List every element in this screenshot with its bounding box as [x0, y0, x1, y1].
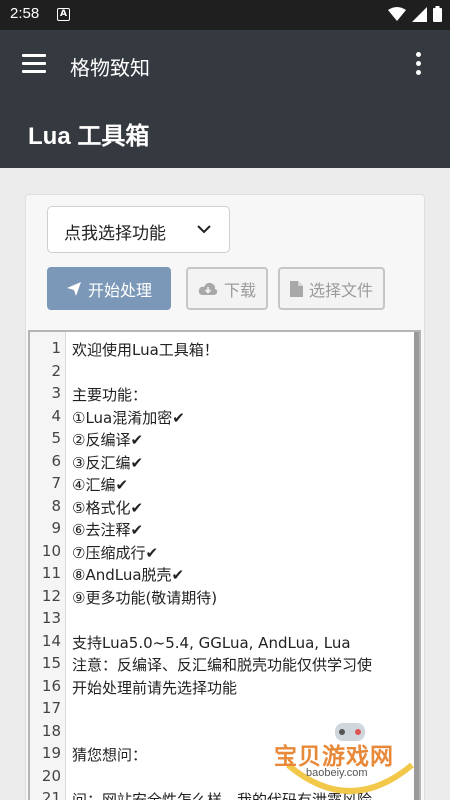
line-number: 18	[41, 721, 61, 740]
page-title: Lua 工具箱	[28, 123, 150, 150]
code-line: 注意：反编译、反汇编和脱壳功能仅供学习使	[72, 656, 373, 674]
code-line: 猜您想问：	[72, 746, 148, 764]
code-line: ②反编译✔	[72, 431, 144, 449]
line-number: 14	[41, 631, 61, 650]
watermark-text: 宝贝游戏网	[274, 744, 394, 770]
chevron-down-icon	[197, 225, 211, 234]
code-line: ⑤格式化✔	[72, 498, 144, 517]
status-bar: 2:58 A	[0, 0, 450, 30]
signal-icon	[412, 6, 427, 22]
download-label: 下载	[223, 280, 256, 300]
hamburger-menu-icon[interactable]	[22, 54, 46, 74]
function-select-label: 点我选择功能	[64, 224, 166, 244]
line-number: 10	[41, 541, 61, 560]
cloud-download-icon	[198, 282, 218, 295]
start-process-button[interactable]: 开始处理	[47, 267, 171, 310]
line-number: 9	[51, 519, 61, 537]
site-watermark: 宝贝游戏网 baobeiy.com	[270, 705, 450, 800]
code-line: ⑨更多功能(敬请期待)	[72, 588, 218, 607]
code-line: 主要功能：	[72, 386, 148, 404]
line-number: 15	[41, 654, 61, 672]
code-line: ④汇编✔	[72, 476, 129, 494]
choose-file-label: 选择文件	[308, 280, 373, 300]
choose-file-button[interactable]: 选择文件	[278, 267, 385, 310]
line-number: 6	[51, 451, 61, 470]
send-icon	[66, 281, 81, 296]
battery-icon	[433, 6, 442, 22]
line-number-gutter: 1 2 3 4 5 6 7 8 9 10 11 12 13 14 15 16 17 18 19 20 21	[30, 332, 66, 800]
watermark-url: baobeiy.com	[306, 767, 368, 779]
line-number: 17	[41, 699, 61, 717]
line-number: 8	[51, 496, 61, 515]
code-line: 欢迎使用Lua工具箱！	[72, 341, 219, 359]
code-line: ③反汇编✔	[72, 453, 144, 472]
line-number: 3	[51, 384, 61, 402]
line-number: 12	[41, 586, 61, 605]
page-header: Lua 工具箱	[0, 100, 450, 168]
code-line: ⑥去注释✔	[72, 521, 144, 539]
file-icon	[289, 280, 303, 297]
more-vert-icon[interactable]	[414, 52, 422, 78]
line-number: 5	[51, 429, 61, 447]
line-number: 13	[41, 609, 61, 627]
wifi-icon	[388, 7, 406, 21]
line-number: 21	[41, 789, 61, 800]
line-number: 11	[41, 564, 61, 582]
code-line: 支持Lua5.0~5.4, GGLua, AndLua, Lua	[72, 633, 351, 652]
download-button[interactable]: 下载	[186, 267, 268, 310]
start-process-label: 开始处理	[87, 280, 152, 300]
app-title: 格物致知	[70, 56, 150, 80]
app-bar: 格物致知	[0, 30, 450, 100]
line-number: 7	[51, 474, 61, 492]
line-number: 19	[41, 744, 61, 762]
code-line: ①Lua混淆加密✔	[72, 408, 185, 427]
line-number: 1	[51, 339, 61, 357]
code-line: 开始处理前请先选择功能	[72, 678, 238, 697]
line-number: 16	[41, 676, 61, 695]
notification-badge: A	[57, 8, 70, 21]
line-number: 4	[51, 406, 61, 425]
line-number: 2	[51, 361, 61, 380]
code-line: ⑦压缩成行✔	[72, 543, 159, 562]
system-icons	[388, 6, 442, 22]
function-select[interactable]: 点我选择功能	[47, 206, 230, 253]
code-line: ⑧AndLua脱壳✔	[72, 566, 185, 584]
status-time: 2:58	[10, 5, 40, 22]
line-number: 20	[41, 766, 61, 785]
